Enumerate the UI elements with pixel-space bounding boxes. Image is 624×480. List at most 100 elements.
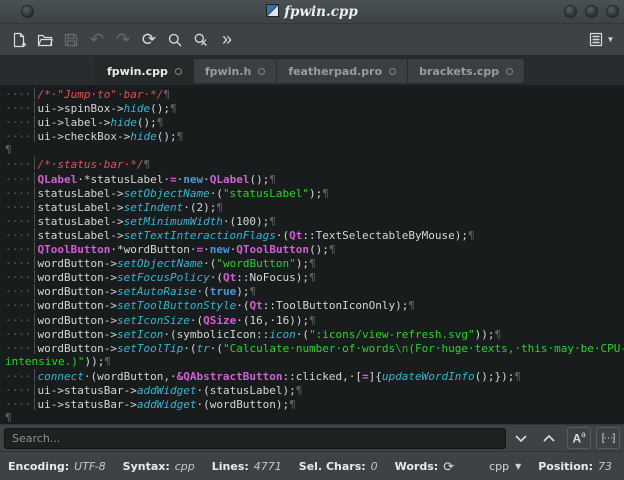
tab-label: fpwin.cpp bbox=[107, 64, 168, 78]
search-close-icon bbox=[193, 32, 209, 48]
code-line[interactable]: ····/*·status·bar·*/¶ bbox=[5, 157, 624, 171]
status-bar: Encoding: UTF-8 Syntax: cpp Lines: 4771 Sel… bbox=[0, 451, 624, 480]
tab-label: featherpad.pro bbox=[288, 64, 383, 78]
close-tab-icon[interactable] bbox=[389, 67, 397, 75]
indent-guide bbox=[33, 101, 35, 115]
syntax-selector[interactable]: cpp ▼ bbox=[489, 460, 521, 473]
code-line[interactable]: ···· ui->label->hide();¶ bbox=[5, 115, 624, 129]
reload-icon: ⟳ bbox=[141, 29, 157, 49]
indent-guide bbox=[33, 87, 35, 100]
search-bar: Aa [⋯] bbox=[0, 424, 624, 451]
tab-fpwin.cpp[interactable]: fpwin.cpp bbox=[96, 59, 194, 83]
code-line[interactable]: ···· statusLabel->setIndent·(2);¶ bbox=[5, 199, 624, 214]
code-line[interactable]: ···· connect·(wordButton,·&QAbstractButto… bbox=[5, 368, 624, 383]
new-file-button[interactable] bbox=[6, 28, 32, 52]
maximize-button[interactable] bbox=[585, 5, 598, 18]
tab-bar: fpwin.cpp fpwin.h featherpad.pro brackets.c… bbox=[0, 55, 624, 85]
code-line[interactable]: intensive.)"));¶ bbox=[5, 355, 624, 369]
tab-fpwin.h[interactable]: fpwin.h bbox=[193, 59, 278, 83]
code-line[interactable]: ···· QLabel·*statusLabel·=·new·QLabel();¶ bbox=[5, 171, 624, 186]
position-label: Position: bbox=[538, 459, 593, 473]
menu-button[interactable]: ▼ bbox=[588, 28, 614, 52]
reload-button[interactable]: ⟳ bbox=[136, 28, 162, 52]
code-line[interactable]: ···· wordButton->setObjectName·("wordButt… bbox=[5, 256, 624, 270]
close-button[interactable] bbox=[606, 5, 619, 18]
tab-featherpad.pro[interactable]: featherpad.pro bbox=[277, 59, 409, 83]
find-previous-button[interactable] bbox=[536, 427, 562, 449]
match-case-icon: Aa bbox=[572, 430, 586, 446]
chevron-down-icon: ▼ bbox=[515, 461, 522, 471]
open-file-button[interactable] bbox=[32, 28, 58, 52]
position-value: 73 bbox=[598, 459, 612, 473]
code-line[interactable]: ···· wordButton->setToolButtonStyle·(Qt::… bbox=[5, 298, 624, 312]
indent-guide bbox=[33, 157, 35, 171]
undo-button[interactable]: ↶ bbox=[84, 28, 110, 52]
code-line[interactable]: ¶ bbox=[5, 143, 624, 157]
redo-button[interactable]: ↷ bbox=[110, 28, 136, 52]
close-tab-icon[interactable] bbox=[506, 67, 514, 75]
save-icon bbox=[63, 32, 79, 48]
undo-icon: ↶ bbox=[89, 29, 105, 49]
open-folder-icon bbox=[37, 32, 53, 48]
code-line[interactable]: ···· QToolButton·*wordButton·=·new·QToolB… bbox=[5, 242, 624, 256]
words-label: Words: bbox=[394, 459, 439, 473]
syntax-label: Syntax: bbox=[122, 459, 170, 473]
hide-search-button[interactable] bbox=[188, 28, 214, 52]
code-line[interactable]: ···· wordButton->setIcon·(symbolicIcon::i… bbox=[5, 326, 624, 341]
selected-chars-value: 0 bbox=[370, 459, 378, 473]
close-tab-icon[interactable] bbox=[258, 67, 266, 75]
indent-guide bbox=[33, 171, 35, 185]
code-line[interactable]: ···· wordButton->setAutoRaise·(true);¶ bbox=[5, 284, 624, 298]
indent-guide bbox=[33, 270, 35, 284]
search-icon bbox=[167, 32, 183, 48]
lines-label: Lines: bbox=[211, 459, 249, 473]
tab-label: fpwin.h bbox=[204, 64, 252, 78]
indent-guide bbox=[33, 227, 35, 241]
indent-guide bbox=[33, 284, 35, 298]
window-menu-button[interactable] bbox=[21, 5, 34, 18]
minimize-button[interactable] bbox=[564, 5, 577, 18]
indent-guide bbox=[33, 213, 35, 227]
code-line[interactable]: ···· statusLabel->setObjectName·("statusL… bbox=[5, 185, 624, 200]
whole-word-toggle[interactable]: [⋯] bbox=[596, 427, 620, 449]
find-previous-icon bbox=[542, 431, 556, 446]
syntax-selector-value: cpp bbox=[489, 459, 510, 473]
code-line[interactable]: ···· ui->statusBar->addWidget·(statusLabe… bbox=[5, 382, 624, 397]
find-next-button[interactable] bbox=[508, 427, 534, 449]
code-line[interactable]: ···· ui->checkBox->hide();¶ bbox=[5, 129, 624, 143]
title-bar: fpwin.cpp bbox=[0, 0, 624, 24]
save-button[interactable] bbox=[58, 28, 84, 52]
indent-guide bbox=[33, 340, 35, 354]
match-case-toggle[interactable]: Aa bbox=[567, 427, 592, 449]
window-title: fpwin.cpp bbox=[284, 3, 358, 20]
tab-brackets.cpp[interactable]: brackets.cpp bbox=[408, 59, 525, 83]
find-button[interactable] bbox=[162, 28, 188, 52]
code-line[interactable]: ···· ui->spinBox->hide();¶ bbox=[5, 101, 624, 115]
indent-guide bbox=[33, 242, 35, 256]
close-tab-icon[interactable] bbox=[174, 67, 182, 75]
tab-bar-group: fpwin.cpp fpwin.h featherpad.pro brackets.c… bbox=[95, 58, 526, 84]
indent-guide bbox=[33, 382, 35, 396]
encoding-label: Encoding: bbox=[8, 459, 70, 473]
code-line[interactable]: ¶ bbox=[5, 411, 624, 424]
code-line[interactable]: ···· statusLabel->setTextInteractionFlags… bbox=[5, 227, 624, 242]
code-line[interactable]: ···· wordButton->setToolTip·(tr·("Calcula… bbox=[5, 340, 624, 355]
redo-icon: ↷ bbox=[115, 29, 131, 49]
code-line[interactable]: ···· wordButton->setFocusPolicy·(Qt::NoFo… bbox=[5, 270, 624, 284]
code-line[interactable]: ···· ui->statusBar->addWidget·(wordButton… bbox=[5, 397, 624, 411]
indent-guide bbox=[33, 199, 35, 213]
search-input[interactable] bbox=[4, 427, 507, 449]
featherpad-window: fpwin.cpp ↶ ↷ ⟳ » ▼ fpwin.cpp fpwin.h fe… bbox=[0, 0, 624, 480]
code-line[interactable]: ····/*·"Jump·to"·bar·*/¶ bbox=[5, 87, 624, 101]
word-count-refresh-button[interactable]: ⟳ bbox=[443, 460, 454, 473]
refresh-icon: ⟳ bbox=[443, 458, 455, 474]
code-area[interactable]: ····/*·"Jump·to"·bar·*/¶ ···· ui->spinBox-… bbox=[0, 85, 624, 424]
code-line[interactable]: ···· wordButton->setIconSize·(QSize·(16,·… bbox=[5, 312, 624, 327]
menu-list-icon bbox=[588, 32, 604, 47]
code-line[interactable]: ···· statusLabel->setMinimumWidth·(100);¶ bbox=[5, 213, 624, 228]
chevron-down-icon: ▼ bbox=[606, 35, 615, 44]
double-chevron-icon: » bbox=[221, 29, 232, 49]
indent-guide bbox=[33, 129, 35, 143]
find-next-icon bbox=[514, 431, 528, 446]
more-toolbuttons-button[interactable]: » bbox=[214, 28, 240, 52]
